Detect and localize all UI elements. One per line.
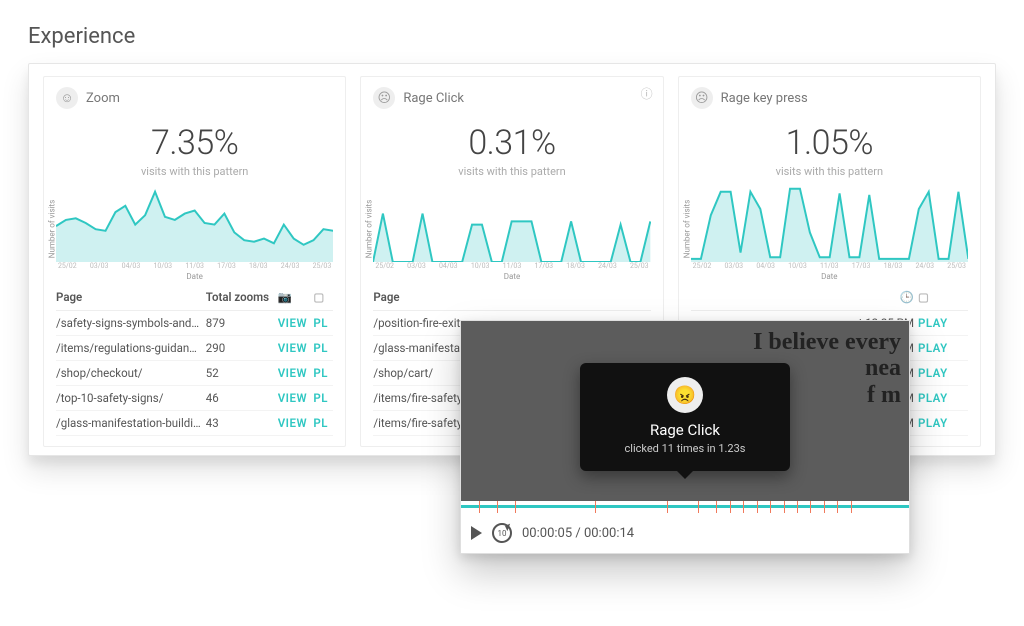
col-page: Page bbox=[56, 284, 206, 311]
event-tick[interactable] bbox=[797, 501, 798, 513]
y-axis-label: Number of visits bbox=[48, 200, 57, 259]
pattern-icon-zoom: ☺ bbox=[56, 87, 78, 109]
event-tooltip: 😠 Rage Click clicked 11 times in 1.23s bbox=[580, 363, 790, 471]
event-tick[interactable] bbox=[784, 501, 785, 513]
event-tick[interactable] bbox=[515, 501, 516, 513]
zoom-count: 290 bbox=[206, 336, 278, 361]
y-axis-label: Number of visits bbox=[365, 200, 374, 259]
table-row: /top-10-safety-signs/46VIEW PL bbox=[56, 386, 333, 411]
play-button[interactable] bbox=[471, 526, 482, 540]
page-path: /safety-signs-symbols-and-c... bbox=[56, 311, 206, 336]
event-tick[interactable] bbox=[497, 501, 498, 513]
info-icon[interactable]: ⓘ bbox=[641, 85, 653, 102]
event-tick[interactable] bbox=[810, 501, 811, 513]
zoom-count: 46 bbox=[206, 386, 278, 411]
rage-key-chart: Number of visits 25/0203/0304/0310/0311/… bbox=[691, 184, 968, 274]
play-link[interactable]: PLAY bbox=[918, 341, 948, 355]
view-link[interactable]: VIEW bbox=[278, 366, 307, 380]
tooltip-title: Rage Click bbox=[600, 421, 770, 439]
view-link[interactable]: VIEW bbox=[278, 391, 307, 405]
rage-click-sparkline bbox=[373, 184, 650, 262]
rage-key-sparkline bbox=[691, 184, 968, 262]
view-link[interactable]: VIEW bbox=[278, 316, 307, 330]
video-icon: ▢ bbox=[313, 284, 333, 311]
zoom-count: 43 bbox=[206, 411, 278, 436]
zoom-sparkline bbox=[56, 184, 333, 262]
play-link[interactable]: PL bbox=[313, 341, 328, 355]
play-link[interactable]: PLAY bbox=[918, 416, 948, 430]
play-link[interactable]: PL bbox=[313, 366, 328, 380]
pattern-icon-rage-key: ☹ bbox=[691, 87, 713, 109]
page-path: /top-10-safety-signs/ bbox=[56, 386, 206, 411]
camera-icon: 📷 bbox=[278, 284, 314, 311]
view-link[interactable]: VIEW bbox=[278, 341, 307, 355]
zoom-count: 879 bbox=[206, 311, 278, 336]
play-link[interactable]: PL bbox=[313, 316, 328, 330]
zoom-subtitle: visits with this pattern bbox=[56, 165, 333, 178]
session-player: I believe every nea f m 😠 Rage Click cli… bbox=[460, 320, 910, 554]
card-label: Rage key press bbox=[721, 91, 808, 106]
rage-click-subtitle: visits with this pattern bbox=[373, 165, 650, 178]
table-row: /shop/checkout/52VIEW PL bbox=[56, 361, 333, 386]
table-row: /items/regulations-guidanc...290VIEW PL bbox=[56, 336, 333, 361]
tooltip-subtitle: clicked 11 times in 1.23s bbox=[600, 442, 770, 455]
event-tick[interactable] bbox=[698, 501, 699, 513]
rage-key-subtitle: visits with this pattern bbox=[691, 165, 968, 178]
page-title: Experience bbox=[28, 24, 996, 49]
rage-click-chart: Number of visits 25/0203/0304/0310/0311/… bbox=[373, 184, 650, 274]
scrub-bar[interactable] bbox=[461, 501, 909, 511]
play-link[interactable]: PL bbox=[313, 391, 328, 405]
col-total-zooms: Total zooms bbox=[206, 284, 278, 311]
event-tick[interactable] bbox=[730, 501, 731, 513]
zoom-table: Page Total zooms 📷 ▢ /safety-signs-symbo… bbox=[56, 284, 333, 436]
view-link[interactable]: VIEW bbox=[278, 416, 307, 430]
event-tick[interactable] bbox=[716, 501, 717, 513]
x-axis-label: Date bbox=[373, 272, 650, 281]
rage-click-percent: 0.31% bbox=[373, 123, 650, 163]
zoom-count: 52 bbox=[206, 361, 278, 386]
clock-icon: 🕒 bbox=[691, 284, 918, 311]
card-label: Rage Click bbox=[403, 91, 464, 106]
event-tick[interactable] bbox=[824, 501, 825, 513]
x-axis-label: Date bbox=[56, 272, 333, 281]
pattern-icon-rage-click: ☹ bbox=[373, 87, 395, 109]
zoom-percent: 7.35% bbox=[56, 123, 333, 163]
page-path: /shop/checkout/ bbox=[56, 361, 206, 386]
page-path: /items/regulations-guidanc... bbox=[56, 336, 206, 361]
table-row: /safety-signs-symbols-and-c...879VIEW PL bbox=[56, 311, 333, 336]
y-axis-label: Number of visits bbox=[682, 200, 691, 259]
rage-face-icon: 😠 bbox=[667, 377, 703, 413]
play-link[interactable]: PLAY bbox=[918, 316, 948, 330]
play-link[interactable]: PLAY bbox=[918, 366, 948, 380]
video-viewport[interactable]: I believe every nea f m 😠 Rage Click cli… bbox=[461, 321, 909, 501]
rage-key-percent: 1.05% bbox=[691, 123, 968, 163]
page-path: /glass-manifestation-buildi... bbox=[56, 411, 206, 436]
replay-10-button[interactable]: 10 bbox=[492, 523, 512, 543]
col-page: Page bbox=[373, 284, 650, 311]
event-tick[interactable] bbox=[667, 501, 668, 513]
play-link[interactable]: PL bbox=[313, 416, 328, 430]
video-icon: ▢ bbox=[918, 284, 968, 311]
event-tick[interactable] bbox=[851, 501, 852, 513]
play-link[interactable]: PLAY bbox=[918, 391, 948, 405]
zoom-chart: Number of visits 25/0203/0304/0310/0311/… bbox=[56, 184, 333, 274]
playback-time: 00:00:05 / 00:00:14 bbox=[522, 526, 634, 541]
table-row: /glass-manifestation-buildi...43VIEW PL bbox=[56, 411, 333, 436]
event-tick[interactable] bbox=[770, 501, 771, 513]
event-tick[interactable] bbox=[757, 501, 758, 513]
event-tick[interactable] bbox=[743, 501, 744, 513]
card-zoom: ☺ Zoom 7.35% visits with this pattern Nu… bbox=[43, 76, 346, 447]
x-axis-label: Date bbox=[691, 272, 968, 281]
event-tick[interactable] bbox=[479, 501, 480, 513]
card-label: Zoom bbox=[86, 91, 120, 106]
event-tick[interactable] bbox=[595, 501, 596, 513]
event-tick[interactable] bbox=[837, 501, 838, 513]
